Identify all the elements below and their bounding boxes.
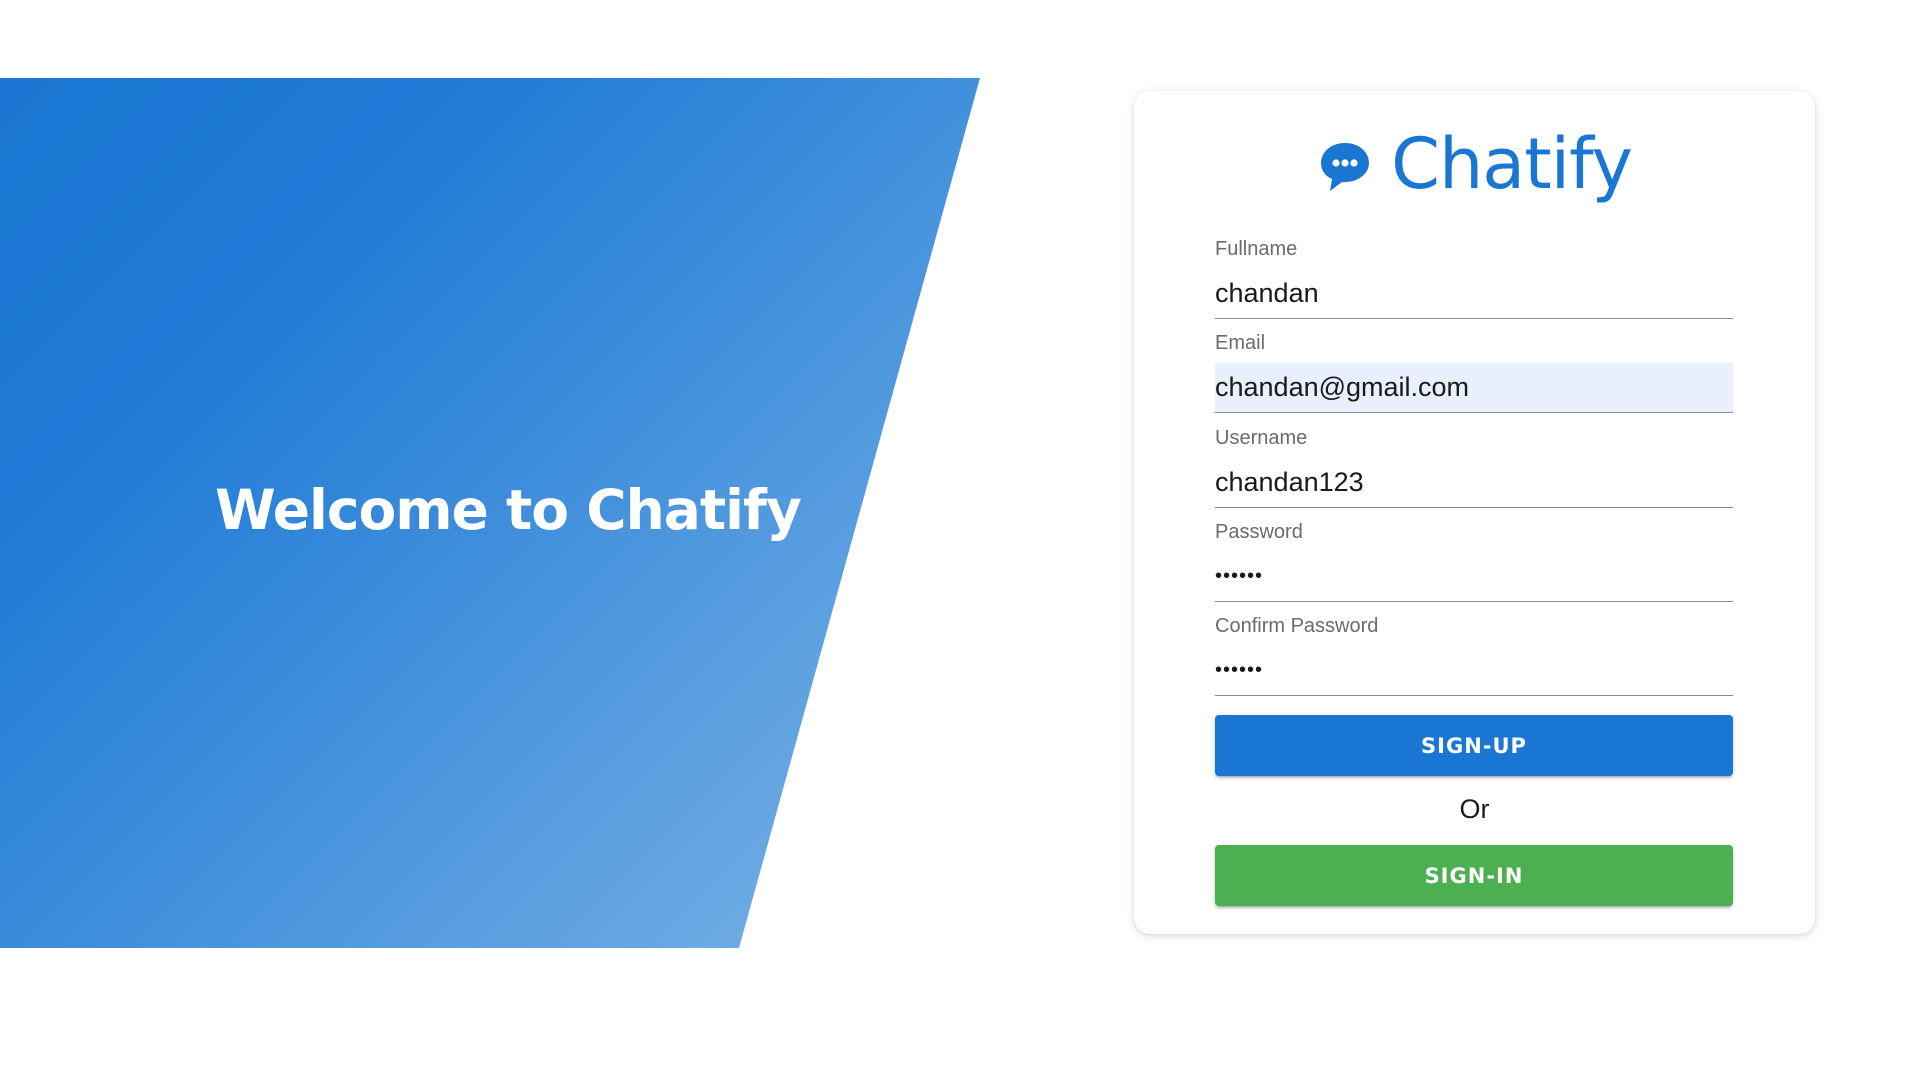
signup-page: Welcome to Chatify Chatify Fullname chan… [0,0,1920,1080]
or-divider-text: Or [1459,794,1490,824]
brand-logo: Chatify [1134,129,1815,199]
fullname-label: Fullname [1215,238,1298,260]
username-input[interactable]: chandan123 [1215,458,1733,508]
username-field: Username chandan123 [1215,427,1733,508]
chat-bubble-icon [1321,143,1370,191]
email-label: Email [1215,332,1266,354]
email-field: Email chandan@gmail.com [1215,332,1733,413]
password-input[interactable]: •••••• [1215,552,1733,602]
password-field: Password •••••• [1215,521,1733,602]
username-label: Username [1215,427,1308,449]
confirm-password-field: Confirm Password •••••• [1215,615,1733,696]
signup-card: Chatify Fullname chandan Email chandan@g… [1134,91,1815,934]
brand-name: Chatify [1391,123,1633,205]
confirm-password-label: Confirm Password [1215,615,1379,637]
fullname-field: Fullname chandan [1215,238,1733,319]
email-input[interactable]: chandan@gmail.com [1215,363,1733,413]
password-label: Password [1215,521,1303,543]
signin-button[interactable]: SIGN-IN [1215,845,1733,906]
fullname-input[interactable]: chandan [1215,269,1733,319]
hero-title: Welcome to Chatify [215,478,802,542]
confirm-password-input[interactable]: •••••• [1215,646,1733,696]
signup-button[interactable]: SIGN-UP [1215,715,1733,776]
